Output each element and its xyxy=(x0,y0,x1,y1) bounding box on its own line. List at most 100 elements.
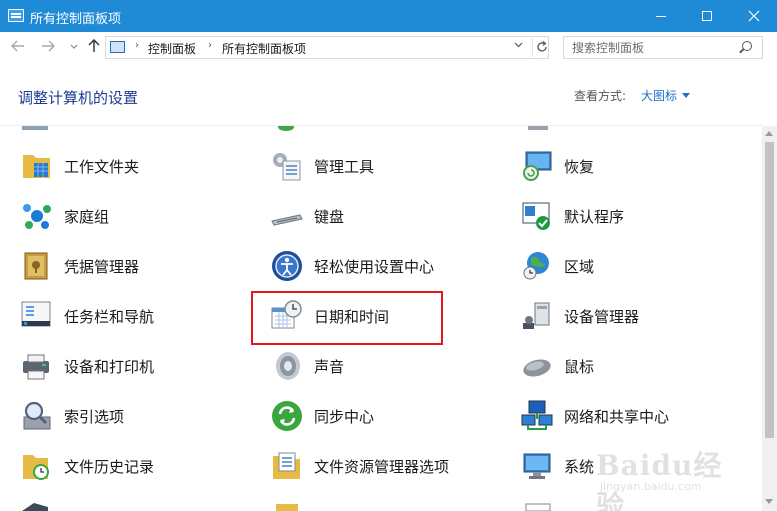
item-label: 区域 xyxy=(564,257,595,276)
search-input[interactable] xyxy=(564,37,734,58)
back-arrow-icon xyxy=(11,40,24,52)
refresh-button[interactable] xyxy=(532,38,550,57)
item-device-manager[interactable]: 设备管理器 xyxy=(520,298,639,334)
item-recovery[interactable]: 恢复 xyxy=(520,148,594,184)
forward-arrow-icon xyxy=(42,40,55,52)
item-label: 设备和打印机 xyxy=(64,357,155,376)
scroll-up-icon[interactable] xyxy=(765,131,773,136)
close-button[interactable] xyxy=(731,0,777,32)
partial-item-icon xyxy=(528,126,548,130)
partial-item-icon xyxy=(278,126,294,131)
back-button[interactable] xyxy=(8,38,28,58)
up-button[interactable] xyxy=(84,38,104,58)
item-label: 同步中心 xyxy=(314,407,375,426)
breadcrumb-separator: › xyxy=(135,40,139,51)
maximize-icon xyxy=(702,11,712,21)
scroll-down-icon[interactable] xyxy=(765,499,773,504)
address-bar[interactable]: › 控制面板 › 所有控制面板项 xyxy=(105,36,549,59)
item-label: 管理工具 xyxy=(314,157,375,176)
item-label: 设备管理器 xyxy=(564,307,640,326)
item-label: 系统 xyxy=(564,457,595,476)
address-history-button[interactable] xyxy=(514,41,523,51)
control-panel-icon xyxy=(110,41,125,53)
device-manager-icon xyxy=(523,302,550,329)
breadcrumb-control-panel[interactable]: 控制面板 xyxy=(148,40,196,57)
item-label: 凭据管理器 xyxy=(64,257,140,276)
folder-options-icon xyxy=(273,452,300,479)
refresh-icon xyxy=(536,41,547,52)
system-icon xyxy=(523,453,551,479)
item-sync-center[interactable]: 同步中心 xyxy=(270,398,374,434)
keyboard-icon xyxy=(271,214,303,226)
credential-manager-icon xyxy=(24,252,48,280)
recovery-icon xyxy=(523,151,552,181)
up-arrow-icon xyxy=(88,38,100,52)
item-taskbar-navigation[interactable]: 任务栏和导航 xyxy=(20,298,154,334)
item-system[interactable]: 系统 xyxy=(520,448,594,484)
watermark-subtext: jingyan.baidu.com xyxy=(600,480,702,493)
item-mouse[interactable]: 鼠标 xyxy=(520,348,594,384)
sound-icon xyxy=(276,352,300,380)
close-icon xyxy=(748,10,760,22)
recent-locations-button[interactable] xyxy=(64,38,84,58)
highlight-box xyxy=(251,291,443,345)
item-label: 文件历史记录 xyxy=(64,457,155,476)
scroll-thumb[interactable] xyxy=(765,142,774,438)
item-label: 工作文件夹 xyxy=(64,157,140,176)
item-sound[interactable]: 声音 xyxy=(270,348,344,384)
mouse-icon xyxy=(523,359,551,377)
admin-tools-icon xyxy=(273,153,301,181)
item-admin-tools[interactable]: 管理工具 xyxy=(270,148,374,184)
item-label: 任务栏和导航 xyxy=(64,307,155,326)
chevron-down-icon[interactable] xyxy=(682,93,690,98)
homegroup-icon xyxy=(23,204,51,229)
item-keyboard[interactable]: 键盘 xyxy=(270,198,344,234)
item-label: 家庭组 xyxy=(64,207,110,226)
item-network-sharing[interactable]: 网络和共享中心 xyxy=(520,398,669,434)
item-devices-printers[interactable]: 设备和打印机 xyxy=(20,348,154,384)
view-by-dropdown[interactable]: 大图标 xyxy=(641,87,677,104)
search-icon[interactable] xyxy=(742,41,752,51)
item-work-folders[interactable]: 工作文件夹 xyxy=(20,148,139,184)
item-indexing-options[interactable]: 索引选项 xyxy=(20,398,124,434)
chevron-down-icon xyxy=(70,44,78,49)
file-history-icon xyxy=(23,455,49,480)
page-title: 调整计算机的设置 xyxy=(18,89,139,107)
partial-item-icon xyxy=(22,503,48,511)
search-box[interactable] xyxy=(563,36,763,59)
item-label: 声音 xyxy=(314,357,345,376)
vertical-scrollbar[interactable] xyxy=(762,126,777,511)
item-label: 键盘 xyxy=(314,207,345,226)
item-region[interactable]: 区域 xyxy=(520,248,594,284)
navigation-bar: › 控制面板 › 所有控制面板项 xyxy=(0,32,777,64)
minimize-button[interactable] xyxy=(638,0,684,32)
partial-item-icon xyxy=(276,504,298,511)
item-label: 文件资源管理器选项 xyxy=(314,457,450,476)
item-ease-of-access[interactable]: 轻松使用设置中心 xyxy=(270,248,434,284)
item-credential-manager[interactable]: 凭据管理器 xyxy=(20,248,139,284)
minimize-icon xyxy=(656,15,666,17)
watermark-text: Baidu经验 xyxy=(596,449,723,511)
taskbar-icon xyxy=(21,301,51,327)
breadcrumb-all-items[interactable]: 所有控制面板项 xyxy=(222,40,306,57)
network-icon xyxy=(521,400,553,430)
item-folder-options[interactable]: 文件资源管理器选项 xyxy=(270,448,449,484)
maximize-button[interactable] xyxy=(684,0,730,32)
ease-of-access-icon xyxy=(272,251,302,281)
work-folders-icon xyxy=(23,155,50,178)
item-file-history[interactable]: 文件历史记录 xyxy=(20,448,154,484)
sync-center-icon xyxy=(272,401,302,431)
item-label: 轻松使用设置中心 xyxy=(314,257,435,276)
chevron-down-icon xyxy=(514,42,523,48)
item-default-programs[interactable]: 默认程序 xyxy=(520,198,624,234)
item-homegroup[interactable]: 家庭组 xyxy=(20,198,109,234)
control-panel-icon xyxy=(8,9,24,22)
item-label: 默认程序 xyxy=(564,207,625,226)
printer-icon xyxy=(23,354,49,380)
default-programs-icon xyxy=(522,202,550,230)
watermark: Baidu经验 jingyan.baidu.com xyxy=(596,440,746,511)
forward-button[interactable] xyxy=(38,38,58,58)
window-title: 所有控制面板项 xyxy=(30,12,122,27)
title-bar: 所有控制面板项 xyxy=(0,0,777,32)
region-icon xyxy=(523,252,549,280)
